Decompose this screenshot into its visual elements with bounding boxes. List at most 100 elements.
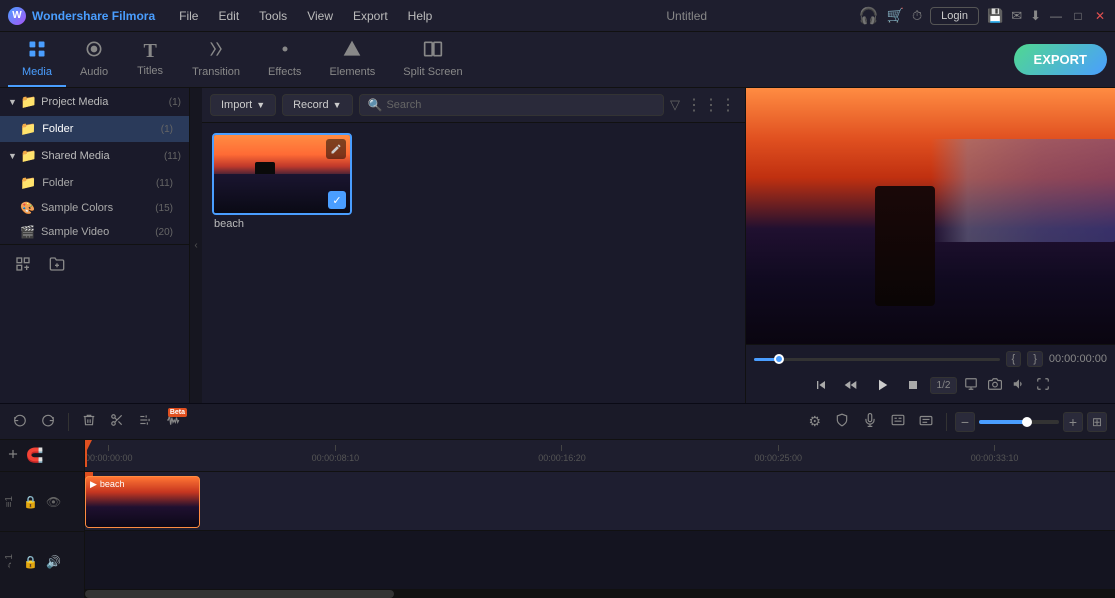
clock-icon[interactable]: ⏱: [912, 8, 922, 24]
tab-transition-label: Transition: [192, 66, 240, 78]
waveform-button[interactable]: Beta: [161, 410, 185, 433]
audio-settings-button[interactable]: [133, 410, 157, 433]
project-media-header[interactable]: ▼ 📁 Project Media (1): [0, 88, 189, 116]
track-lock-button[interactable]: 🔒: [21, 493, 40, 511]
menu-edit[interactable]: Edit: [210, 7, 247, 25]
magnet-button[interactable]: 🧲: [26, 447, 43, 464]
headset-icon[interactable]: 🎧: [859, 6, 879, 26]
zoom-in-button[interactable]: +: [1063, 412, 1083, 432]
stop-button[interactable]: [900, 374, 926, 396]
progress-track[interactable]: [754, 358, 1000, 361]
sample-colors-item[interactable]: 🎨 Sample Colors (15): [0, 196, 189, 220]
cart-icon[interactable]: 🛒: [887, 7, 904, 24]
scrollbar-thumb[interactable]: [85, 590, 394, 598]
close-button[interactable]: ✕: [1093, 9, 1107, 23]
tab-media[interactable]: Media: [8, 32, 66, 87]
shield-button[interactable]: [830, 410, 854, 433]
screenshot-button[interactable]: [985, 374, 1005, 397]
audio-track-visibility-button[interactable]: 🔊: [44, 553, 63, 571]
play-button[interactable]: [868, 373, 896, 397]
caption-button[interactable]: [886, 410, 910, 433]
shared-media-count: (11): [164, 151, 181, 162]
fullscreen-button[interactable]: [1033, 374, 1053, 397]
subtitle-button[interactable]: [914, 410, 938, 433]
volume-button[interactable]: [1009, 374, 1029, 397]
edit-thumbnail-icon[interactable]: [326, 139, 346, 159]
project-media-label: Project Media: [41, 96, 108, 108]
login-button[interactable]: Login: [930, 7, 979, 25]
shared-media-folder[interactable]: 📁 Folder (11): [0, 170, 189, 196]
delete-button[interactable]: [77, 410, 101, 433]
tab-transition[interactable]: Transition: [178, 32, 254, 87]
cut-button[interactable]: [105, 410, 129, 433]
menu-file[interactable]: File: [171, 7, 206, 25]
project-folder-label: Folder: [42, 123, 73, 135]
zoom-out-button[interactable]: −: [955, 412, 975, 432]
new-folder-button[interactable]: [44, 253, 70, 280]
right-bracket-button[interactable]: }: [1027, 351, 1043, 367]
audio-track-lane: [85, 531, 1115, 590]
track-number-label: ≡1: [4, 496, 15, 507]
left-bracket-button[interactable]: {: [1006, 351, 1022, 367]
media-content-area: Import ▼ Record ▼ 🔍 ▽ ⋮⋮⋮: [202, 88, 745, 403]
tab-audio[interactable]: Audio: [66, 32, 122, 87]
filter-icon[interactable]: ▽: [670, 97, 680, 113]
zoom-slider-handle[interactable]: [1022, 417, 1032, 427]
record-button[interactable]: Record ▼: [282, 94, 352, 116]
shared-media-header[interactable]: ▼ 📁 Shared Media (11): [0, 142, 189, 170]
maximize-button[interactable]: □: [1071, 9, 1085, 23]
audio-track-lock-button[interactable]: 🔒: [21, 553, 40, 571]
progress-handle[interactable]: [774, 354, 784, 364]
undo-button[interactable]: [8, 410, 32, 433]
video-clip-label: ▶ beach: [90, 479, 124, 490]
tab-split-screen[interactable]: Split Screen: [389, 32, 476, 87]
tab-elements[interactable]: Elements: [315, 32, 389, 87]
title-bar-icons: 🎧 🛒 ⏱ Login 💾 ✉ ⬇ — □ ✕: [859, 6, 1107, 26]
timeline-settings-button[interactable]: ⚙: [803, 410, 826, 433]
save-icon[interactable]: 💾: [987, 8, 1003, 24]
media-item-beach[interactable]: ✓ beach: [212, 133, 352, 230]
import-button[interactable]: Import ▼: [210, 94, 276, 116]
track-visibility-button[interactable]: 👁: [44, 493, 63, 511]
frame-back-button[interactable]: [838, 374, 864, 396]
grid-view-icon[interactable]: ⋮⋮⋮: [686, 95, 737, 115]
menu-help[interactable]: Help: [400, 7, 441, 25]
step-back-button[interactable]: [808, 374, 834, 396]
progress-bar-row: { } 00:00:00:00: [754, 351, 1107, 367]
search-icon: 🔍: [368, 98, 383, 112]
menu-view[interactable]: View: [299, 7, 341, 25]
clip-name: beach: [100, 479, 125, 489]
clip-play-icon: ▶: [90, 479, 97, 490]
sample-colors-count: (15): [155, 203, 173, 214]
add-media-button[interactable]: [10, 253, 36, 280]
download-icon[interactable]: ⬇: [1030, 8, 1041, 24]
sample-video-item[interactable]: 🎬 Sample Video (20): [0, 220, 189, 244]
ruler-marks: 00:00:00:00 00:00:08:10 00:00:16:20 00:0…: [85, 440, 1115, 467]
mic-button[interactable]: [858, 410, 882, 433]
project-folder-count: (1): [161, 124, 173, 135]
tab-effects[interactable]: Effects: [254, 32, 315, 87]
main-content: ▼ 📁 Project Media (1) 📁 Folder (1) ▼ 📁 S…: [0, 88, 1115, 403]
tab-audio-label: Audio: [80, 66, 108, 78]
project-media-folder[interactable]: 📁 Folder (1): [0, 116, 189, 142]
zoom-slider[interactable]: [979, 420, 1059, 424]
minimize-button[interactable]: —: [1049, 9, 1063, 23]
folder-icon2: 📁: [21, 148, 37, 164]
playhead-line[interactable]: [85, 440, 87, 467]
tab-titles[interactable]: T Titles: [122, 32, 178, 87]
redo-button[interactable]: [36, 410, 60, 433]
timeline-right-controls: ⚙ − + ⊞: [803, 410, 1107, 433]
timeline-scrollbar[interactable]: [85, 590, 1115, 598]
export-button[interactable]: EXPORT: [1014, 44, 1107, 75]
menu-tools[interactable]: Tools: [251, 7, 295, 25]
search-input[interactable]: [386, 99, 655, 111]
full-screen-preview-button[interactable]: [961, 374, 981, 397]
speed-button[interactable]: 1/2: [930, 377, 958, 394]
mail-icon[interactable]: ✉: [1011, 8, 1022, 24]
add-track-button[interactable]: [6, 447, 20, 464]
menu-export[interactable]: Export: [345, 7, 396, 25]
video-clip-beach[interactable]: ▶ beach: [85, 476, 200, 528]
timeline-panel-toggle[interactable]: ⊞: [1087, 412, 1107, 432]
collapse-panel-button[interactable]: ‹: [190, 88, 202, 403]
titles-tab-icon: T: [143, 40, 156, 63]
